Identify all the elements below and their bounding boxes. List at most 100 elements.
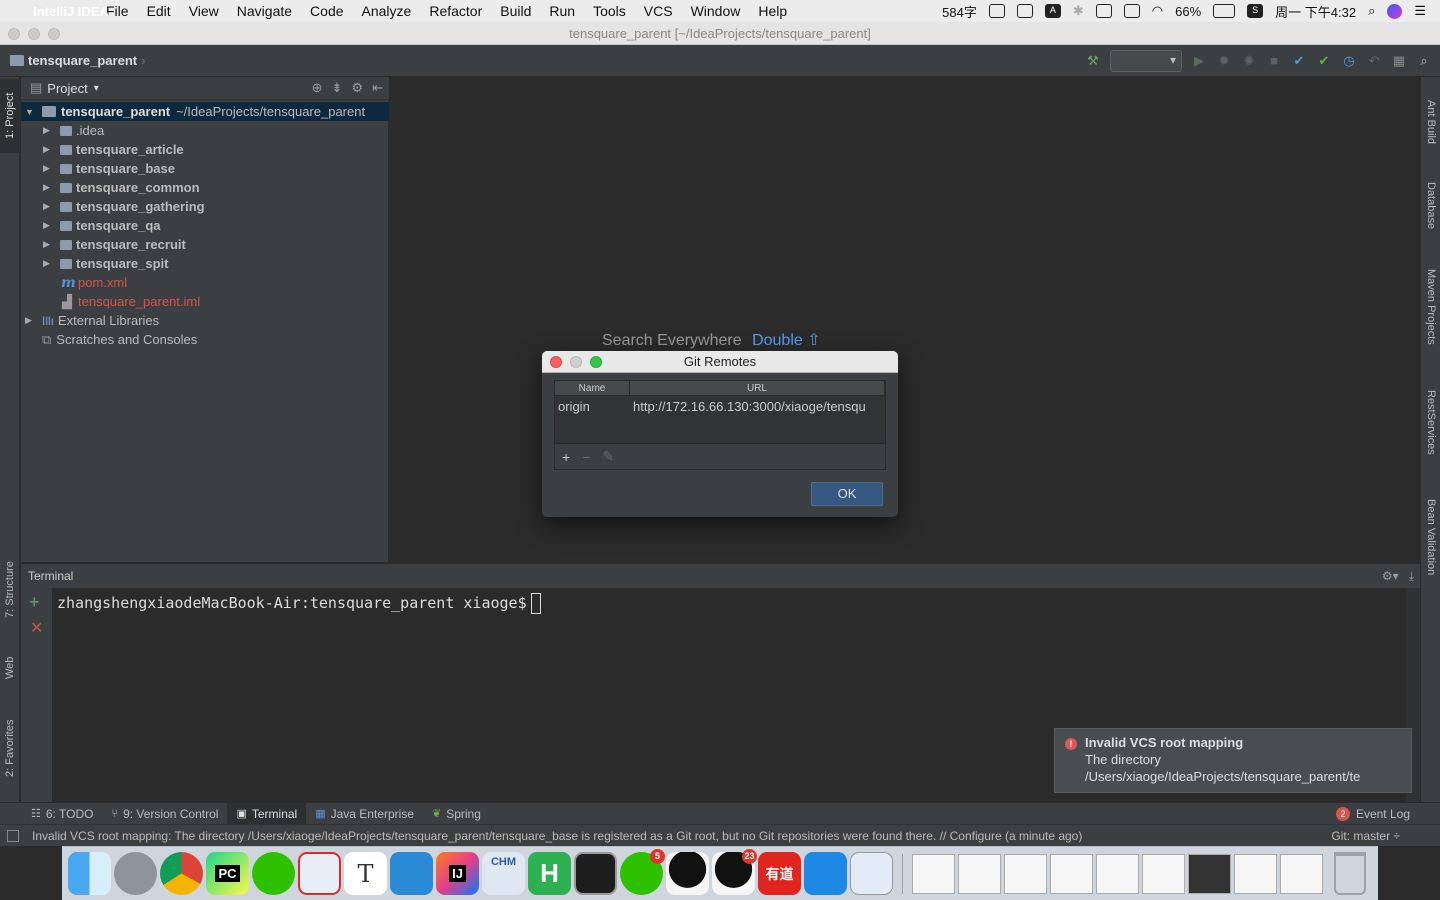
tree-item[interactable]: m pom.xml bbox=[21, 273, 389, 292]
youdao-dict-icon[interactable]: 有道 bbox=[758, 852, 801, 895]
finder-icon[interactable] bbox=[68, 852, 111, 895]
menu-build[interactable]: Build bbox=[491, 3, 540, 19]
chm-reader-icon[interactable]: CHM bbox=[482, 852, 525, 895]
chrome-icon[interactable] bbox=[160, 852, 203, 895]
trash-icon[interactable] bbox=[1334, 852, 1366, 895]
tab-ant-build[interactable]: Ant Build bbox=[1421, 85, 1440, 159]
git-branch-widget[interactable]: Git: master ÷ bbox=[1331, 829, 1440, 843]
notification-center-icon[interactable]: ☰ bbox=[1414, 3, 1426, 19]
collapsed-arrow-icon[interactable]: ▶ bbox=[43, 201, 53, 212]
tab-bean-validation[interactable]: Bean Validation bbox=[1421, 487, 1440, 587]
recent-document-icon[interactable] bbox=[1142, 853, 1185, 894]
tab-java-enterprise[interactable]: ▦ Java Enterprise bbox=[306, 803, 423, 825]
qq-icon[interactable] bbox=[666, 852, 709, 895]
recent-document-icon[interactable] bbox=[1234, 853, 1277, 894]
collapsed-arrow-icon[interactable]: ▶ bbox=[43, 163, 53, 174]
tree-item[interactable]: ▶ tensquare_gathering bbox=[21, 197, 389, 216]
menu-edit[interactable]: Edit bbox=[138, 3, 180, 19]
collapse-all-icon[interactable]: ⇟ bbox=[332, 80, 343, 96]
tree-item[interactable]: ▶ Illı External Libraries bbox=[21, 311, 389, 330]
remove-remote-icon[interactable]: − bbox=[582, 449, 590, 465]
memory-icon[interactable] bbox=[1123, 4, 1140, 18]
qq-alt-icon[interactable]: 23 bbox=[712, 849, 757, 895]
stop-icon[interactable]: ■ bbox=[1266, 53, 1282, 69]
menu-tools[interactable]: Tools bbox=[584, 3, 635, 19]
chevron-down-icon[interactable]: ▾ bbox=[94, 83, 99, 94]
column-name[interactable]: Name bbox=[555, 381, 630, 395]
tab-maven-projects[interactable]: Maven Projects bbox=[1421, 257, 1440, 357]
menu-refactor[interactable]: Refactor bbox=[420, 3, 491, 19]
dialog-close-icon[interactable] bbox=[550, 356, 562, 368]
vcs-history-icon[interactable]: ◷ bbox=[1341, 53, 1357, 69]
terminal-settings-gear-icon[interactable]: ⚙▾ bbox=[1382, 569, 1399, 584]
battery-percent[interactable]: 66% bbox=[1175, 4, 1201, 19]
tab-terminal[interactable]: ▣ Terminal bbox=[227, 802, 307, 825]
menu-view[interactable]: View bbox=[180, 3, 228, 19]
tab-favorites[interactable]: 2: Favorites bbox=[0, 703, 20, 793]
menu-window[interactable]: Window bbox=[682, 3, 750, 19]
tab-project[interactable]: 1: Project bbox=[0, 79, 20, 153]
menu-code[interactable]: Code bbox=[301, 3, 352, 19]
breadcrumb-project[interactable]: tensquare_parent bbox=[28, 53, 137, 68]
wechat-icon[interactable]: 5 bbox=[620, 849, 665, 895]
recent-document-icon[interactable] bbox=[1096, 853, 1139, 894]
collapsed-arrow-icon[interactable]: ▶ bbox=[43, 182, 53, 193]
tree-item[interactable]: ▶ tensquare_recruit bbox=[21, 235, 389, 254]
tree-item[interactable]: ▟ tensquare_parent.iml bbox=[21, 292, 389, 311]
tree-root[interactable]: ▼ tensquare_parent ~/IdeaProjects/tensqu… bbox=[21, 102, 389, 121]
close-window-icon[interactable] bbox=[8, 28, 20, 40]
siri-icon[interactable] bbox=[1387, 3, 1403, 19]
recent-document-icon[interactable] bbox=[1050, 853, 1093, 894]
sync-icon[interactable]: S bbox=[1247, 4, 1264, 18]
tab-rest-services[interactable]: RestServices bbox=[1421, 377, 1440, 467]
status-message[interactable]: Invalid VCS root mapping: The directory … bbox=[32, 829, 1262, 843]
terminal-app-icon[interactable] bbox=[574, 852, 617, 895]
wifi-icon[interactable]: ◠ bbox=[1152, 3, 1163, 19]
hide-terminal-icon[interactable]: ⤓ bbox=[1409, 569, 1414, 584]
vcs-update-icon[interactable]: ✔ bbox=[1291, 53, 1307, 69]
menu-analyze[interactable]: Analyze bbox=[353, 3, 421, 19]
parallels-icon[interactable] bbox=[298, 852, 341, 895]
project-structure-icon[interactable]: ▦ bbox=[1391, 53, 1407, 69]
hide-panel-icon[interactable]: ⇤ bbox=[372, 80, 383, 96]
add-remote-icon[interactable]: + bbox=[562, 449, 570, 465]
clock[interactable]: 周一 下午4:32 bbox=[1275, 2, 1356, 21]
tree-item[interactable]: ▶ tensquare_common bbox=[21, 178, 389, 197]
zoom-window-icon[interactable] bbox=[48, 28, 60, 40]
launchpad-icon[interactable] bbox=[114, 852, 157, 895]
breadcrumb[interactable]: tensquare_parent › bbox=[10, 53, 145, 68]
vcs-revert-icon[interactable]: ↶ bbox=[1366, 53, 1382, 69]
search-everywhere-icon[interactable]: ⌕ bbox=[1416, 53, 1432, 69]
tree-item[interactable]: ▶ tensquare_qa bbox=[21, 216, 389, 235]
menu-navigate[interactable]: Navigate bbox=[228, 3, 301, 19]
collapsed-arrow-icon[interactable]: ▶ bbox=[25, 315, 35, 326]
hbuilder-icon[interactable]: H bbox=[528, 852, 571, 895]
spotlight-icon[interactable]: ⌕ bbox=[1368, 3, 1375, 19]
locate-file-icon[interactable]: ⊕ bbox=[312, 80, 323, 96]
column-url[interactable]: URL bbox=[630, 381, 885, 395]
tab-spring[interactable]: ❦ Spring bbox=[423, 803, 490, 825]
run-icon[interactable]: ▶ bbox=[1191, 53, 1207, 69]
typora-icon[interactable]: T bbox=[344, 852, 387, 895]
intellij-icon[interactable]: IJ bbox=[436, 852, 479, 895]
tab-web[interactable]: Web bbox=[0, 643, 20, 693]
battery-icon[interactable] bbox=[1213, 4, 1236, 18]
project-view-select[interactable]: Project bbox=[47, 81, 87, 96]
recent-document-icon[interactable] bbox=[1004, 853, 1047, 894]
tree-item[interactable]: ▶ tensquare_base bbox=[21, 159, 389, 178]
recent-document-icon[interactable] bbox=[958, 853, 1001, 894]
vcs-commit-icon[interactable]: ✔ bbox=[1316, 53, 1332, 69]
recent-document-icon[interactable] bbox=[1188, 853, 1231, 894]
coverage-icon[interactable]: ✺ bbox=[1241, 53, 1257, 69]
pycharm-icon[interactable]: PC bbox=[206, 852, 249, 895]
tree-item[interactable]: ⧉ Scratches and Consoles bbox=[21, 330, 389, 349]
collapsed-arrow-icon[interactable]: ▶ bbox=[43, 239, 53, 250]
wechat-alt-icon[interactable] bbox=[252, 852, 295, 895]
dialog-zoom-icon[interactable] bbox=[590, 356, 602, 368]
airplay-icon[interactable] bbox=[1095, 4, 1112, 18]
word-count[interactable]: 584字 bbox=[942, 2, 977, 21]
event-log-button[interactable]: 2 Event Log bbox=[1335, 806, 1440, 821]
tab-structure[interactable]: 7: Structure bbox=[0, 547, 20, 633]
table-row[interactable]: origin http://172.16.66.130:3000/xiaoge/… bbox=[555, 396, 885, 416]
recent-document-icon[interactable] bbox=[912, 853, 955, 894]
